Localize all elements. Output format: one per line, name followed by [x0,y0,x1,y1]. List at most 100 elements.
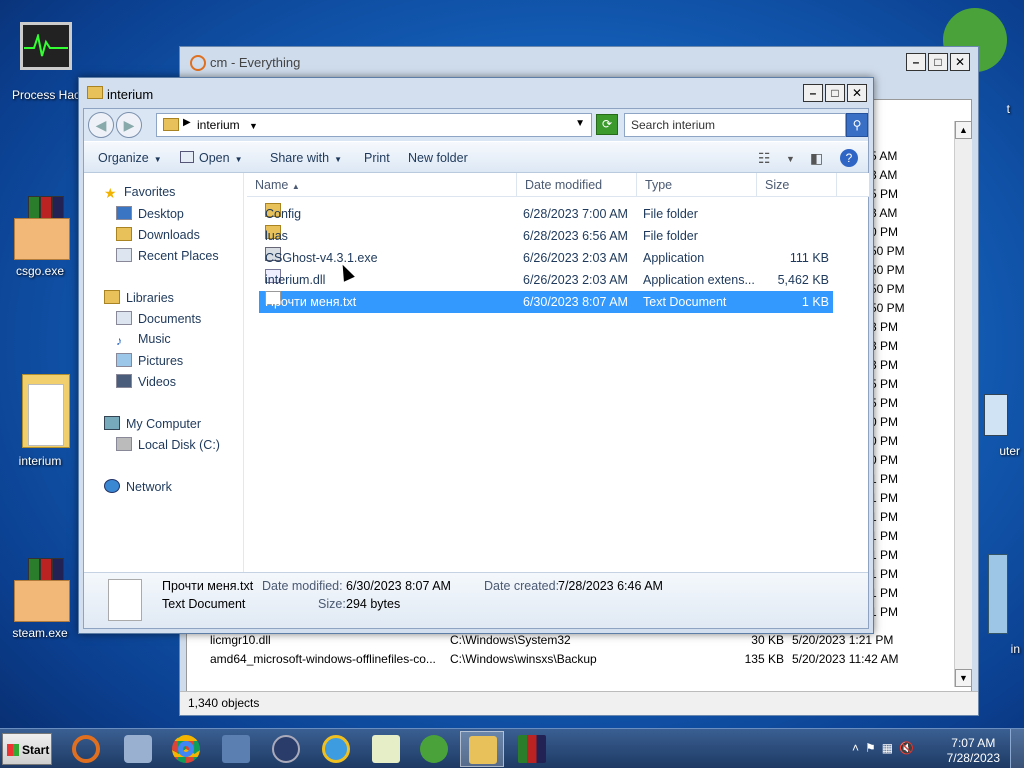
minimize-button[interactable]: – [803,84,823,102]
result-time-fragment: 3 AM [870,168,898,182]
scroll-up-arrow-icon[interactable]: ▲ [955,121,972,139]
result-name: amd64_microsoft-windows-offlinefiles-co.… [210,652,436,666]
chevron-down-icon[interactable]: ▼ [786,154,795,164]
organize-button[interactable]: Organize ▼ [98,151,162,165]
winrar-archive-icon [518,735,546,763]
nav-my-computer[interactable]: My Computer [104,416,201,431]
show-hidden-icons-icon[interactable]: ˄ [852,741,865,755]
nav-network[interactable]: Network [104,479,172,494]
file-row[interactable]: luas 6/28/2023 6:56 AM File folder [259,225,833,247]
file-row[interactable]: Прочти меня.txt 6/30/2023 8:07 AM Text Doc… [259,291,833,313]
everything-title: cm - Everything [210,55,301,70]
nav-videos[interactable]: Videos [116,374,176,389]
magnifier-icon [190,55,206,71]
forward-button[interactable]: ▶ [116,112,142,138]
explorer-title-bar[interactable]: interium [79,78,873,108]
maximize-button[interactable]: □ [825,84,845,102]
everything-title-bar[interactable]: cm - Everything [180,47,978,79]
chevron-right-icon[interactable]: ▶ [183,117,191,128]
taskbar-paint[interactable] [116,731,160,767]
address-bar[interactable]: ▶ interium ▼ ▼ [156,113,592,137]
desktop-icon-interium[interactable]: interium [0,370,80,468]
clock-date: 7/28/2023 [946,751,1000,765]
nav-favorites[interactable]: ★ Favorites [104,185,175,201]
search-input[interactable]: Search interium [624,113,846,137]
maximize-button[interactable]: □ [928,53,948,71]
taskbar-chart-app[interactable] [364,731,408,767]
address-dropdown-icon[interactable]: ▼ [575,118,585,129]
taskbar-keepass[interactable] [264,731,308,767]
address-crumb[interactable]: interium [197,118,240,132]
desktop-icon-label: interium [18,454,62,468]
table-row[interactable]: amd64_microsoft-windows-offlinefiles-co.… [190,650,950,669]
column-name[interactable]: Name ▲ [247,173,517,197]
flag-icon[interactable]: ⚑ [865,741,882,755]
desktop-icon-process-hacker[interactable]: Process Hac [6,20,86,102]
new-folder-button[interactable]: New folder [408,151,468,165]
column-size[interactable]: Size [757,173,837,197]
share-with-button[interactable]: Share with ▼ [270,151,342,165]
show-desktop-button[interactable] [1010,729,1024,768]
file-name: luas [265,229,288,243]
close-button[interactable]: ✕ [950,53,970,71]
nav-recent-places[interactable]: Recent Places [116,248,219,263]
taskbar-everything[interactable] [64,731,108,767]
help-icon[interactable]: ? [840,149,858,167]
desktop-icon-label: steam.exe [12,626,68,640]
nav-desktop[interactable]: Desktop [116,206,184,221]
chart-icon [372,735,400,763]
column-date-modified[interactable]: Date modified [517,173,637,197]
taskbar-internet-explorer[interactable] [314,731,358,767]
star-icon: ★ [104,185,117,201]
libraries-icon [104,290,120,304]
nav-documents[interactable]: Documents [116,311,201,326]
taskbar-network-tool[interactable] [214,731,258,767]
desktop-icon-csgo[interactable]: csgo.exe [0,196,80,278]
folder-icon [8,370,72,450]
windows-logo-icon [7,744,19,756]
taskbar-explorer[interactable] [460,731,504,767]
lock-icon [272,735,300,763]
open-button[interactable]: Open ▼ [180,151,243,165]
nav-libraries[interactable]: Libraries [104,290,174,305]
result-time-fragment: 50 PM [870,301,905,315]
clock-time: 7:07 AM [951,736,996,750]
nav-local-disk[interactable]: Local Disk (C:) [116,437,220,452]
folder-icon [469,736,497,764]
start-button[interactable]: Start [2,733,52,765]
desktop-icon [116,206,132,220]
close-button[interactable]: ✕ [847,84,867,102]
nav-downloads[interactable]: Downloads [116,227,200,242]
tray-icons[interactable]: ˄⚑▦🔇 [852,741,920,755]
result-path: C:\Windows\winsxs\Backup [450,652,597,666]
everything-scrollbar[interactable]: ▲ ▼ [954,121,972,687]
utorrent-icon [420,735,448,763]
explorer-window[interactable]: interium – □ ✕ ◀ ▶ ▶ interium ▼ ▼ ⟳ Sear… [78,77,874,634]
scroll-down-arrow-icon[interactable]: ▼ [955,669,972,687]
file-row[interactable]: Config 6/28/2023 7:00 AM File folder [259,203,833,225]
refresh-button[interactable]: ⟳ [596,114,618,135]
desktop-icon-steam[interactable]: steam.exe [0,558,80,640]
nav-music[interactable]: ♪ Music [116,332,171,348]
navigation-pane: ★ Favorites Desktop Downloads Recent Plac… [84,173,244,579]
file-name: interium.dll [265,273,326,287]
taskbar-utorrent[interactable] [412,731,456,767]
clock[interactable]: 7:07 AM 7/28/2023 [947,736,1000,766]
print-button[interactable]: Print [364,151,390,165]
back-button[interactable]: ◀ [88,112,114,138]
preview-pane-icon[interactable]: ◧ [810,150,823,167]
column-header: Name ▲ Date modified Type Size [247,173,869,197]
search-icon[interactable]: ⚲ [846,113,868,137]
command-bar: Organize ▼ Open ▼ Share with ▼ Print New fo… [84,141,868,173]
nav-pictures[interactable]: Pictures [116,353,183,368]
view-options-icon[interactable]: ☷ [758,150,771,167]
taskbar-chrome[interactable] [164,731,208,767]
minimize-button[interactable]: – [906,53,926,71]
column-type[interactable]: Type [637,173,757,197]
volume-muted-icon[interactable]: 🔇 [899,741,920,755]
network-icon[interactable]: ▦ [882,741,899,755]
everything-date-column: 5 AM 3 AM 5 PM 3 AM 0 PM 50 PM 50 PM 50 PM 50 PM… [870,147,960,622]
chevron-down-icon[interactable]: ▼ [249,121,258,131]
result-time-fragment: 3 AM [870,206,898,220]
taskbar-winrar[interactable] [510,731,554,767]
